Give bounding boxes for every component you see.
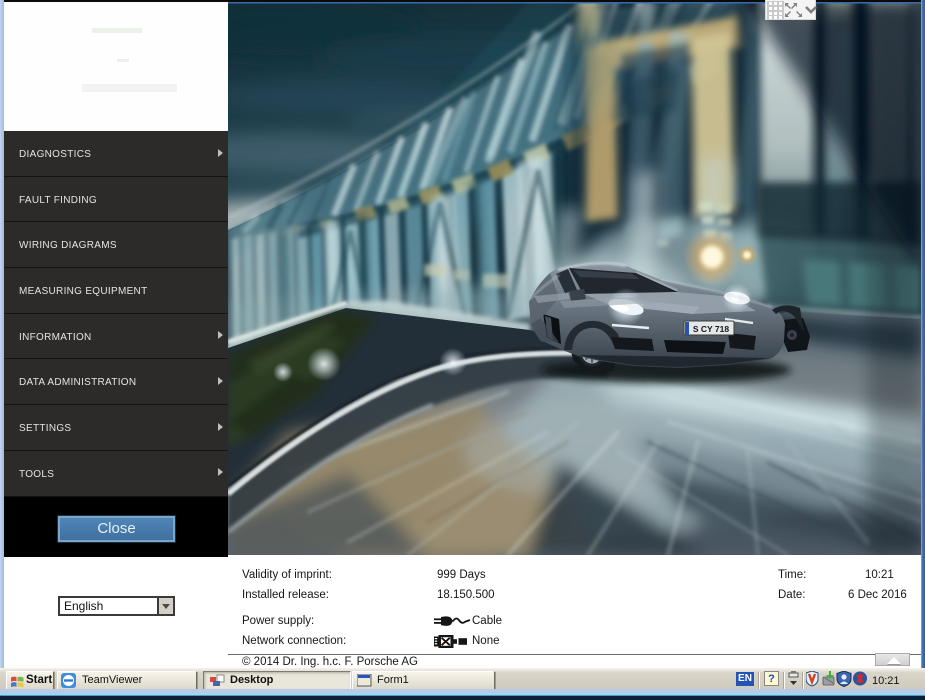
svg-text:S CY 718: S CY 718 xyxy=(693,324,730,334)
